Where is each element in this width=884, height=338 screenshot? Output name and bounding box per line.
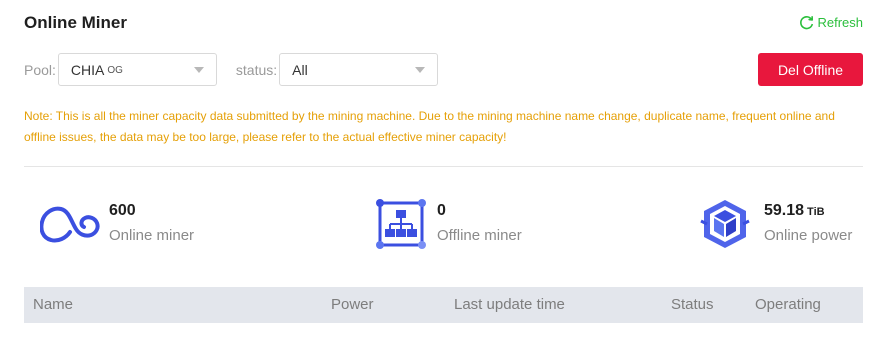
cube-stack-icon [695,197,755,251]
pool-select[interactable]: CHIA OG [57,53,217,86]
status-select-value: All [292,61,308,78]
online-power-value: 59.18 TiB [764,197,852,225]
pool-badge: OG [107,64,123,76]
network-tree-icon [373,197,428,251]
stat-offline-miner: 0 Offline miner [373,197,522,251]
pool-label: Pool: [24,61,56,78]
offline-miner-label: Offline miner [437,227,522,244]
refresh-label: Refresh [817,15,863,30]
status-label: status: [235,61,278,78]
refresh-button[interactable]: Refresh [798,14,863,31]
column-header-operating[interactable]: Operating [755,296,821,313]
offline-miner-value: 0 [437,202,446,219]
online-miner-value: 600 [109,202,136,219]
column-header-name[interactable]: Name [33,296,73,313]
pool-select-value: CHIA OG [71,62,123,78]
filter-row: Pool: CHIA OG status: All [24,53,439,86]
stat-online-miner: 600 Online miner [40,197,194,251]
stat-online-power: 59.18 TiB Online power [695,197,852,251]
chevron-down-icon [193,67,204,73]
online-power-label: Online power [764,227,853,244]
chevron-down-icon [415,67,426,73]
del-offline-button[interactable]: Del Offline [758,53,863,86]
divider [24,166,863,167]
status-select[interactable]: All [279,53,439,86]
pool-name: CHIA [70,61,105,78]
online-power-unit: TiB [807,206,825,218]
column-header-power[interactable]: Power [331,296,374,313]
infinity-cloud-icon [40,197,100,251]
page-title: Online Miner [24,13,127,32]
column-header-last-update[interactable]: Last update time [454,296,565,313]
table-header: Name Power Last update time Status Opera… [24,287,863,323]
online-power-number: 59.18 [764,202,805,219]
refresh-icon [800,15,814,30]
column-header-status[interactable]: Status [671,296,714,313]
online-miner-label: Online miner [109,227,195,244]
note-text: Note: This is all the miner capacity dat… [24,109,835,144]
